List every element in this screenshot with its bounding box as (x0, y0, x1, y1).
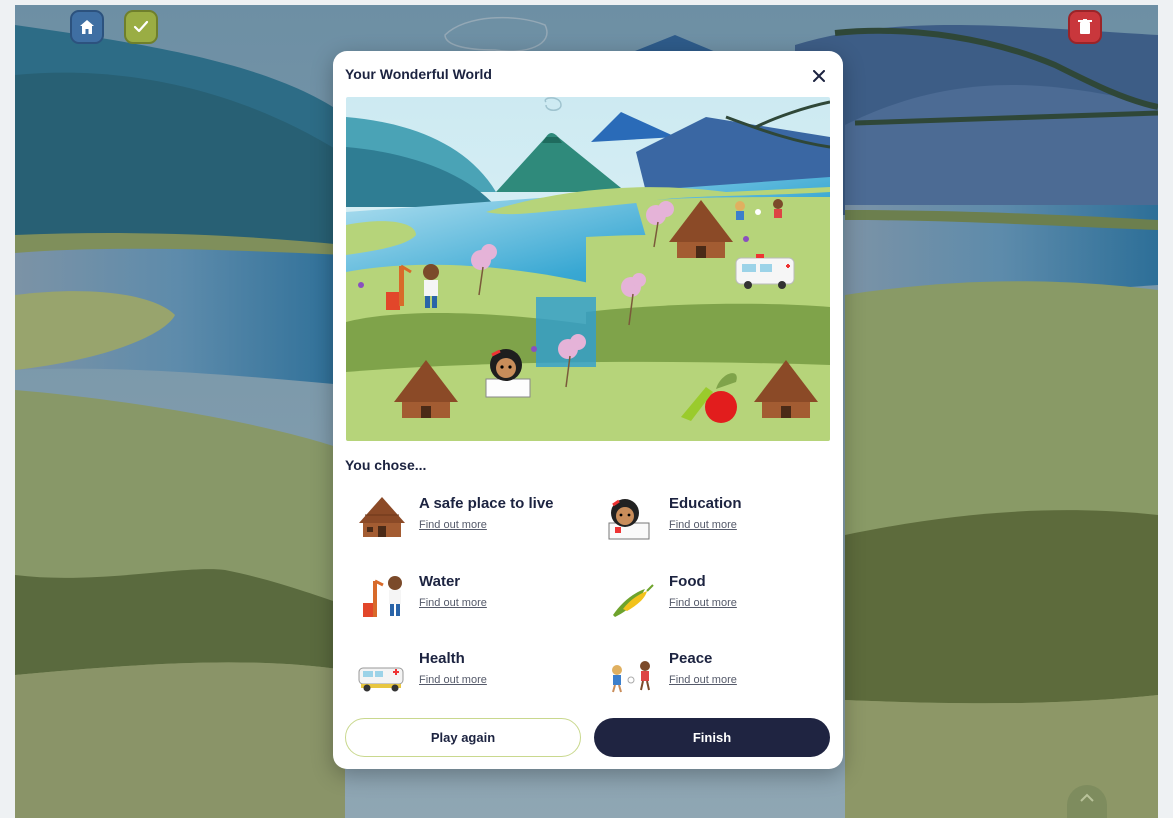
home-button[interactable] (70, 10, 104, 44)
corn-icon (613, 584, 654, 617)
water-pump-icon (363, 576, 402, 617)
reading-child-icon (608, 499, 650, 540)
check-icon (133, 20, 149, 33)
choice-food: Food Find out more (595, 571, 835, 633)
chevron-up-icon (1080, 793, 1094, 802)
choice-water: Water Find out more (345, 571, 585, 633)
trash-icon (1078, 19, 1092, 34)
choice-peace: Peace Find out more (595, 648, 835, 710)
choice-title: Peace (669, 650, 713, 667)
chose-heading: You chose... (345, 457, 427, 473)
choice-title: Food (669, 573, 706, 590)
home-icon (80, 20, 94, 34)
playing-children-icon (612, 661, 650, 693)
world-illustration (346, 97, 830, 441)
choice-health: Health Find out more (345, 648, 585, 710)
choice-safe-place: A safe place to live Find out more (345, 493, 585, 555)
close-button[interactable] (807, 64, 831, 88)
scroll-up-button[interactable] (1067, 785, 1107, 818)
find-out-more-link[interactable]: Find out more (419, 674, 487, 686)
dialog-title: Your Wonderful World (345, 66, 492, 82)
play-again-button[interactable]: Play again (345, 718, 581, 757)
ambulance-icon (358, 667, 404, 692)
choice-title: Education (669, 495, 742, 512)
find-out-more-link[interactable]: Find out more (669, 674, 737, 686)
choice-title: A safe place to live (419, 495, 554, 512)
trash-button[interactable] (1068, 10, 1102, 44)
find-out-more-link[interactable]: Find out more (419, 597, 487, 609)
hut-icon (359, 497, 405, 537)
choice-education: Education Find out more (595, 493, 835, 555)
find-out-more-link[interactable]: Find out more (669, 597, 737, 609)
finish-button[interactable]: Finish (594, 718, 830, 757)
close-icon (813, 70, 825, 82)
find-out-more-link[interactable]: Find out more (419, 519, 487, 531)
find-out-more-link[interactable]: Find out more (669, 519, 737, 531)
results-dialog: Your Wonderful World You chose... A safe… (333, 51, 843, 769)
choice-title: Water (419, 573, 461, 590)
choice-title: Health (419, 650, 465, 667)
check-button[interactable] (124, 10, 158, 44)
